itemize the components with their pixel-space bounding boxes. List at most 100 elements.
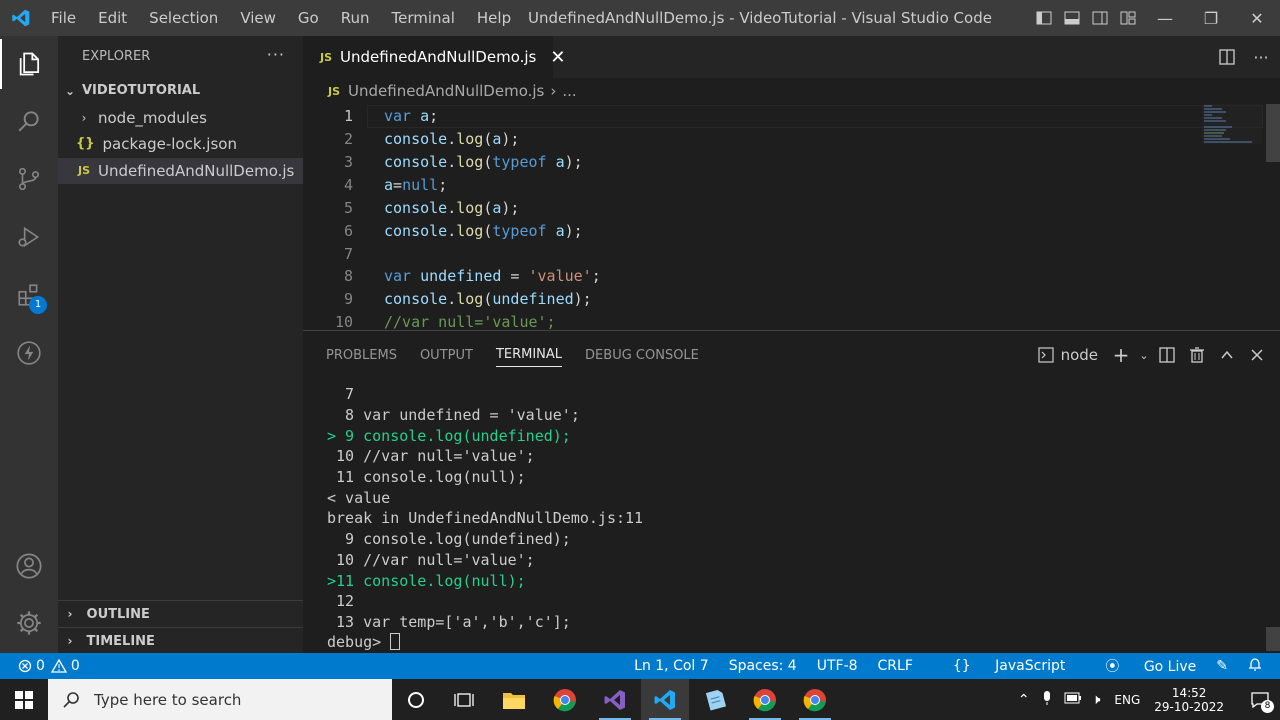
chevron-right-icon: › xyxy=(81,111,87,125)
extensions-icon[interactable]: 1 xyxy=(0,270,58,320)
cortana-icon[interactable] xyxy=(392,679,440,720)
menu-file[interactable]: File xyxy=(40,9,87,27)
editor-tab-bar: JS UndefinedAndNullDemo.js ✕ ··· xyxy=(303,36,1280,78)
chrome-icon[interactable] xyxy=(741,679,789,720)
window-controls: — ❐ ✕ xyxy=(1030,0,1280,36)
terminal-shell-icon[interactable] xyxy=(1031,340,1061,370)
run-debug-icon[interactable] xyxy=(0,212,58,262)
tab-terminal[interactable]: TERMINAL xyxy=(495,343,563,367)
windows-start-icon[interactable] xyxy=(0,679,48,720)
indentation[interactable]: Spaces: 4 xyxy=(729,658,797,674)
explorer-icon[interactable] xyxy=(0,39,58,89)
close-window-icon[interactable]: ✕ xyxy=(1234,0,1280,36)
code-editor[interactable]: 1 var a; 2 console.log(a); 3 console.log(ty… xyxy=(303,104,1280,330)
notepad-icon[interactable] xyxy=(691,679,739,720)
visual-studio-icon[interactable] xyxy=(591,679,639,720)
microphone-icon[interactable] xyxy=(1042,690,1052,709)
timeline-section[interactable]: › TIMELINE xyxy=(58,627,303,653)
menu-terminal[interactable]: Terminal xyxy=(381,9,466,27)
tree-item-package-lock[interactable]: {} package-lock.json xyxy=(58,131,303,157)
terminal-line: 7 xyxy=(327,385,355,403)
file-explorer-icon[interactable] xyxy=(490,679,538,720)
go-live-button[interactable]: ⦿ Go Live xyxy=(1085,656,1196,676)
code-line: 4 a=null; xyxy=(343,176,448,194)
tree-item-node-modules[interactable]: › node_modules xyxy=(58,105,303,131)
folder-videotutorial[interactable]: ⌄ VIDEOTUTORIAL xyxy=(58,78,303,104)
tab-output[interactable]: OUTPUT xyxy=(420,344,473,367)
outline-section[interactable]: › OUTLINE xyxy=(58,600,303,626)
maximize-panel-chevron-up-icon[interactable] xyxy=(1212,340,1242,370)
tab-debug-console[interactable]: DEBUG CONSOLE xyxy=(585,344,699,367)
restore-window-icon[interactable]: ❐ xyxy=(1188,0,1234,36)
volume-icon[interactable]: 🕨 xyxy=(1092,692,1101,708)
menu-edit[interactable]: Edit xyxy=(87,9,138,27)
vscode-logo-icon[interactable] xyxy=(10,8,32,28)
editor-actions: ··· xyxy=(1212,36,1280,78)
terminal-line: 12 xyxy=(327,592,355,610)
accounts-icon[interactable] xyxy=(0,541,58,591)
source-control-icon[interactable] xyxy=(0,154,58,204)
tab-problems[interactable]: PROBLEMS xyxy=(326,344,397,367)
chevron-up-icon[interactable]: ⌃ xyxy=(1018,692,1030,708)
more-actions-icon[interactable]: ··· xyxy=(1242,48,1280,67)
close-tab-icon[interactable]: ✕ xyxy=(550,47,565,68)
split-terminal-icon[interactable] xyxy=(1152,340,1182,370)
terminal-name[interactable]: node xyxy=(1061,346,1098,364)
notification-center-icon[interactable]: 8 xyxy=(1240,679,1280,720)
explorer-sidebar: EXPLORER ··· ⌄ VIDEOTUTORIAL › node_modu… xyxy=(58,36,303,653)
new-terminal-icon[interactable]: + xyxy=(1106,340,1136,370)
search-icon[interactable] xyxy=(0,96,58,146)
tree-item-undefinedandnulldemo[interactable]: JS UndefinedAndNullDemo.js xyxy=(58,158,303,184)
terminal-line: > 9 console.log(undefined); xyxy=(327,427,571,445)
code-line: 1 var a; xyxy=(343,107,439,125)
taskbar-search-box[interactable]: Type here to search xyxy=(48,679,392,720)
minimap[interactable] xyxy=(1202,104,1262,154)
manage-gear-icon[interactable] xyxy=(0,598,58,648)
breadcrumb-more[interactable]: ... xyxy=(562,82,576,100)
input-language[interactable]: ENG xyxy=(1114,693,1140,707)
terminal-scrollbar[interactable] xyxy=(1266,627,1280,651)
customize-layout-icon[interactable] xyxy=(1114,0,1142,36)
menu-view[interactable]: View xyxy=(229,9,287,27)
panel-tabs: PROBLEMS OUTPUT TERMINAL DEBUG CONSOLE xyxy=(303,331,699,379)
vscode-taskbar-icon[interactable] xyxy=(641,679,689,720)
terminal-prompt[interactable]: debug> xyxy=(327,632,401,653)
toggle-sidebar-icon[interactable] xyxy=(1030,0,1058,36)
minimize-window-icon[interactable]: — xyxy=(1142,0,1188,36)
remote-lightning-icon[interactable] xyxy=(0,328,58,378)
menu-go[interactable]: Go xyxy=(287,9,330,27)
menu-run[interactable]: Run xyxy=(330,9,381,27)
status-bar: 0 0 Ln 1, Col 7 Spaces: 4 UTF-8 CRLF {} … xyxy=(0,653,1280,679)
split-editor-icon[interactable] xyxy=(1212,49,1242,65)
more-actions-icon[interactable]: ··· xyxy=(267,45,285,64)
encoding[interactable]: UTF-8 xyxy=(817,658,858,674)
chrome-icon[interactable] xyxy=(541,679,589,720)
chevron-down-icon[interactable]: ⌄ xyxy=(1136,340,1152,370)
end-of-line[interactable]: CRLF xyxy=(878,658,913,674)
cursor-position[interactable]: Ln 1, Col 7 xyxy=(634,658,709,674)
task-view-icon[interactable] xyxy=(440,679,488,720)
kill-terminal-trash-icon[interactable] xyxy=(1182,340,1212,370)
menu-bar: File Edit Selection View Go Run Terminal… xyxy=(40,0,522,36)
notifications-bell-icon[interactable] xyxy=(1248,657,1262,675)
battery-icon[interactable] xyxy=(1064,692,1082,707)
terminal-line: break in UndefinedAndNullDemo.js:11 xyxy=(327,509,644,527)
problems-status[interactable]: 0 0 xyxy=(18,653,80,679)
feedback-icon[interactable]: ✎ xyxy=(1216,658,1228,674)
editor-scrollbar[interactable] xyxy=(1266,104,1280,162)
breadcrumb: JS UndefinedAndNullDemo.js › ... xyxy=(303,78,1280,104)
system-tray: ⌃ 🕨 ENG 14:52 29-10-2022 8 xyxy=(1018,679,1280,720)
chevron-right-icon: › xyxy=(550,82,557,100)
clock[interactable]: 14:52 29-10-2022 xyxy=(1154,686,1224,714)
warning-icon xyxy=(50,659,67,673)
breadcrumb-file[interactable]: UndefinedAndNullDemo.js xyxy=(348,82,544,100)
language-mode[interactable]: {} JavaScript xyxy=(933,658,1065,674)
title-bar: File Edit Selection View Go Run Terminal… xyxy=(0,0,1280,36)
tab-undefinedandnulldemo[interactable]: JS UndefinedAndNullDemo.js ✕ xyxy=(303,36,565,78)
toggle-secondary-sidebar-icon[interactable] xyxy=(1086,0,1114,36)
menu-help[interactable]: Help xyxy=(466,9,522,27)
toggle-panel-icon[interactable] xyxy=(1058,0,1086,36)
menu-selection[interactable]: Selection xyxy=(138,9,229,27)
chrome-icon[interactable] xyxy=(791,679,839,720)
close-panel-icon[interactable] xyxy=(1242,340,1272,370)
